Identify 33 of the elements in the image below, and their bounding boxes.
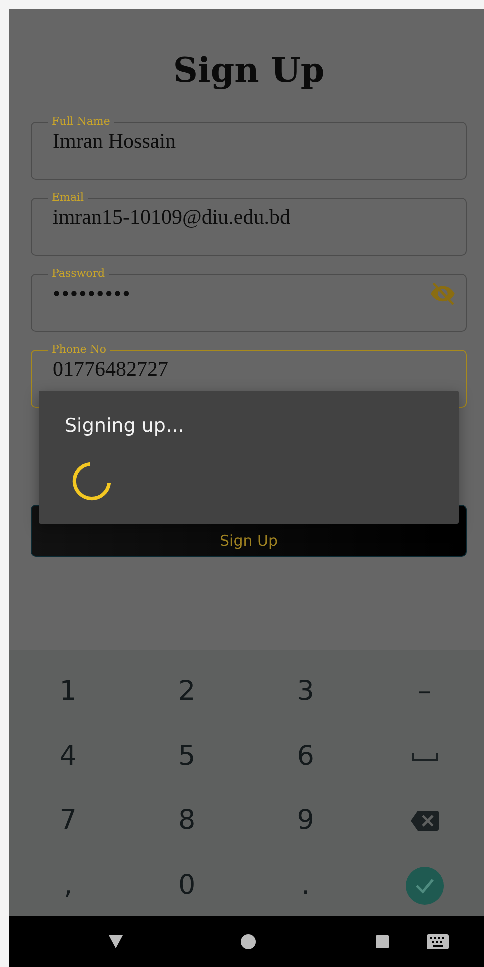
field-label: Full Name xyxy=(51,115,112,129)
keyboard-key[interactable]: 4 xyxy=(52,736,85,777)
keyboard-key[interactable]: 1 xyxy=(52,672,85,712)
keyboard-key[interactable]: 0 xyxy=(170,866,204,906)
text-field[interactable]: Full Name Imran Hossain xyxy=(31,115,467,180)
keyboard-key[interactable]: . xyxy=(294,866,318,906)
page-title: Sign Up xyxy=(172,50,326,93)
keyboard-key[interactable]: 5 xyxy=(170,736,204,777)
keyboard-key[interactable]: – xyxy=(410,672,440,712)
text-field[interactable]: Email imran15-10109@diu.edu.bd xyxy=(31,191,467,256)
check-icon xyxy=(414,878,435,894)
keyboard-key[interactable]: 2 xyxy=(170,672,204,712)
home-icon[interactable] xyxy=(241,934,256,949)
field-value: imran15-10109@diu.edu.bd xyxy=(53,205,292,230)
space-key-icon[interactable] xyxy=(412,752,438,762)
back-icon[interactable] xyxy=(109,935,123,948)
recents-icon[interactable] xyxy=(376,935,389,948)
backspace-icon[interactable] xyxy=(410,811,439,832)
field-label: Email xyxy=(51,191,86,205)
keyboard-key[interactable]: 7 xyxy=(52,801,85,842)
keyboard-key[interactable]: 9 xyxy=(289,801,322,842)
field-label: Phone No xyxy=(51,343,108,357)
keyboard-icon[interactable] xyxy=(427,934,449,949)
keyboard-key[interactable]: 8 xyxy=(170,801,204,842)
dialog-message: Signing up... xyxy=(65,414,186,439)
field-label: Password xyxy=(51,267,106,281)
text-field[interactable]: Password ••••••••• xyxy=(31,267,467,332)
field-value: Imran Hossain xyxy=(53,129,178,154)
keyboard-key[interactable]: 6 xyxy=(289,736,322,777)
keyboard-key[interactable]: , xyxy=(56,866,81,906)
keyboard-key[interactable]: 3 xyxy=(289,672,322,712)
password-value: ••••••••• xyxy=(53,281,132,307)
field-value: 01776482727 xyxy=(53,357,170,382)
